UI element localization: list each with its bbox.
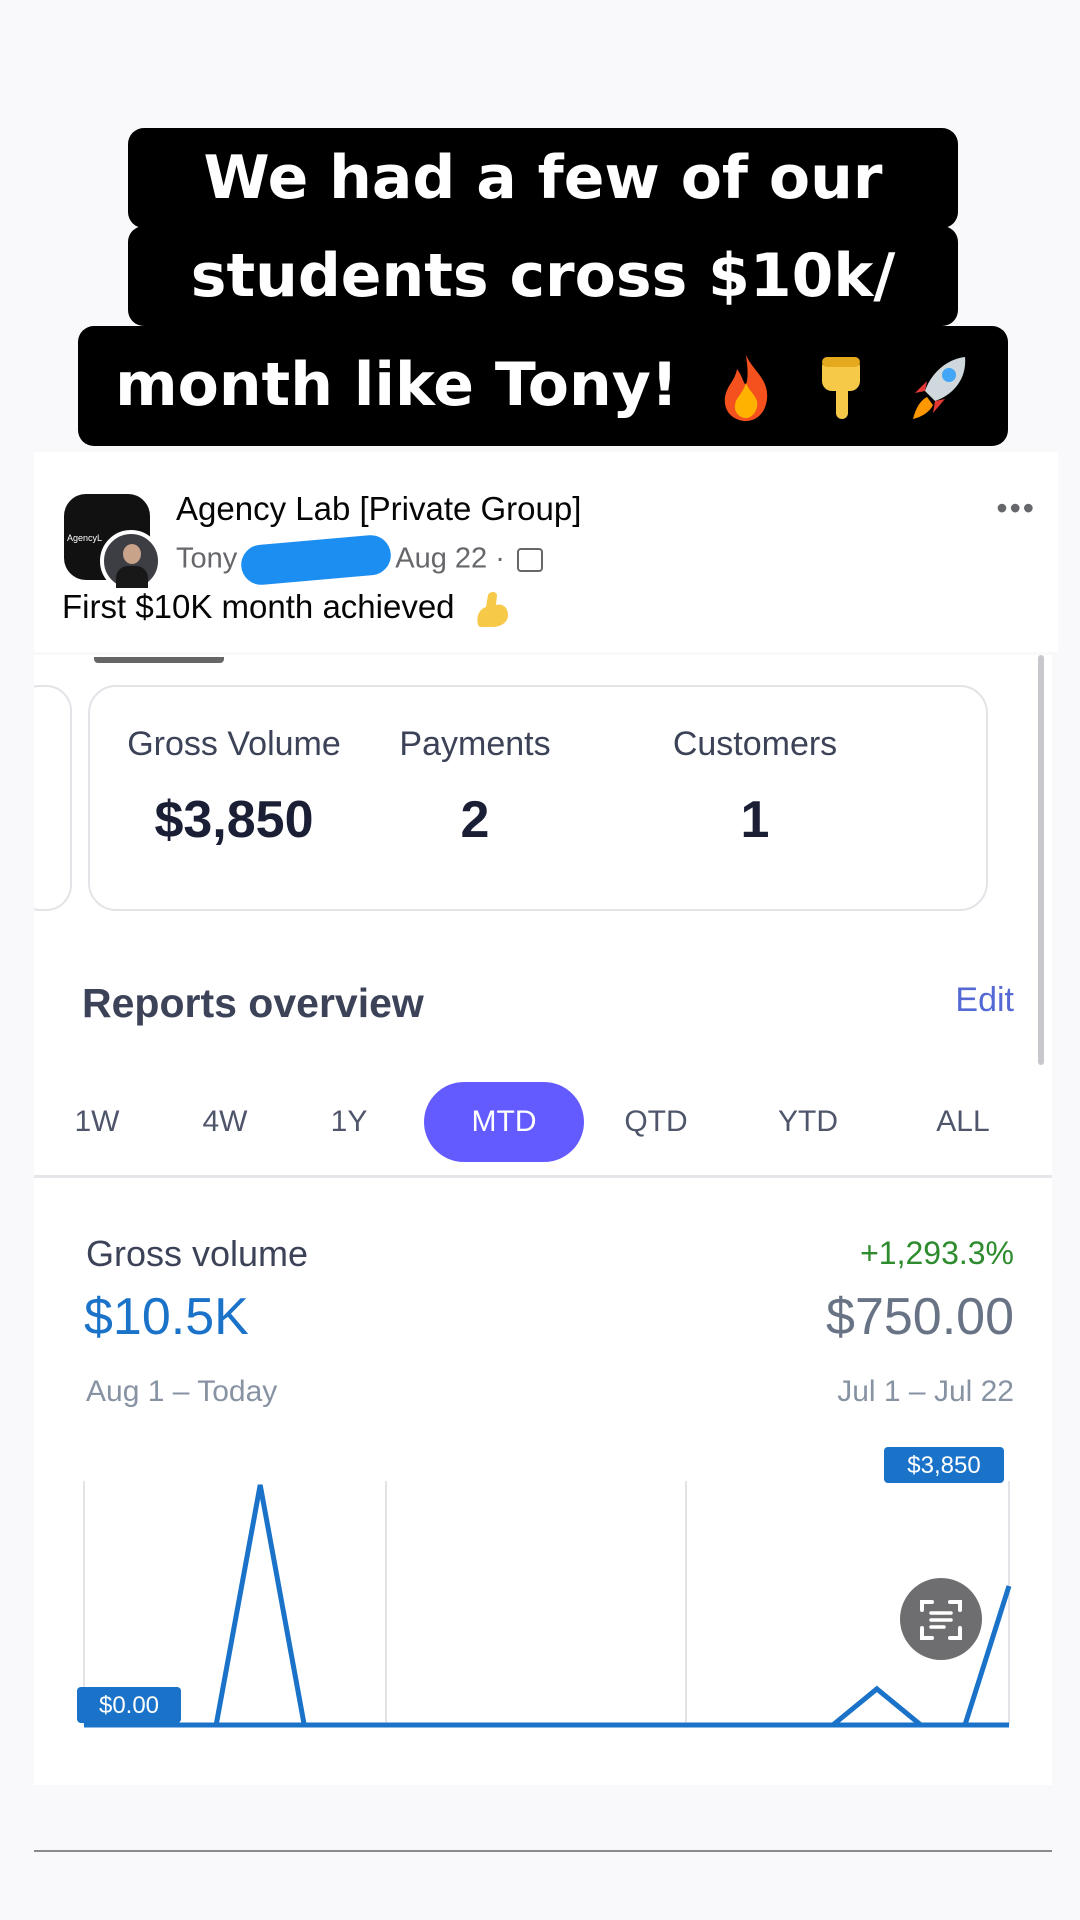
author-name[interactable]: Tony (176, 543, 237, 575)
tab-qtd[interactable]: QTD (616, 1082, 696, 1162)
payments-stat: Payments 2 (370, 725, 580, 850)
flexed-biceps-icon (477, 592, 508, 628)
series-line-2 (84, 1585, 1012, 1728)
post-meta: Tony Aug 22 · (176, 533, 543, 587)
gross-volume-total: $10.5K (84, 1288, 249, 1346)
series-line-1 (84, 1484, 1009, 1728)
post-date[interactable]: Aug 22 (395, 543, 487, 575)
current-date-range: Aug 1 – Today (86, 1375, 278, 1408)
start-value-label-text: $0.00 (99, 1692, 159, 1719)
rocket-icon (912, 357, 966, 420)
tab-mtd[interactable]: MTD (424, 1082, 584, 1162)
gross-volume-value: $3,850 (154, 791, 314, 849)
payments-value: 2 (460, 791, 490, 849)
tab-all[interactable]: ALL (928, 1082, 998, 1162)
end-value-label: $3,850 (884, 1447, 1004, 1483)
backhand-index-pointing-down-icon (822, 357, 860, 420)
scrollbar[interactable] (1038, 655, 1044, 1065)
tab-1y[interactable]: 1Y (324, 1082, 374, 1162)
reports-overview-title: Reports overview (82, 980, 424, 1026)
period-tabs: 1W 4W 1Y MTD QTD YTD ALL (34, 1062, 1052, 1162)
text-scan-button[interactable] (900, 1578, 982, 1660)
text-scan-icon (920, 1600, 962, 1640)
caption-line-3-text: month like Tony! (115, 350, 679, 420)
caption-line-3: month like Tony! (78, 326, 1008, 446)
fire-icon (724, 355, 768, 422)
cropped-heading-fragment (94, 655, 224, 663)
customers-stat: Customers 1 (650, 725, 860, 850)
group-name-link[interactable]: Agency Lab [Private Group] (176, 490, 581, 528)
meta-separator: · (495, 542, 505, 575)
end-value-label-text: $3,850 (907, 1452, 980, 1479)
change-percentage: +1,293.3% (860, 1235, 1014, 1271)
payments-label: Payments (399, 725, 551, 763)
summary-card: Gross Volume $3,850 Payments 2 Customers… (88, 685, 988, 911)
tab-1w[interactable]: 1W (62, 1082, 132, 1162)
caption-line-2: students cross $10k/ (128, 226, 958, 326)
previous-card-stub (34, 685, 72, 911)
group-privacy-icon (516, 548, 543, 572)
more-options-button[interactable]: ••• (996, 490, 1036, 527)
tab-4w[interactable]: 4W (190, 1082, 260, 1162)
tabs-divider (34, 1175, 1052, 1178)
previous-date-range: Jul 1 – Jul 22 (837, 1375, 1014, 1408)
caption-line-1: We had a few of our (128, 128, 958, 228)
gross-volume-chart-label: Gross volume (86, 1233, 309, 1274)
tab-ytd[interactable]: YTD (768, 1082, 848, 1162)
gross-volume-label: Gross Volume (127, 725, 341, 763)
customers-label: Customers (672, 725, 838, 763)
edit-button[interactable]: Edit (955, 981, 1014, 1020)
user-avatar[interactable] (100, 530, 162, 592)
group-avatar-text: AgencyL (67, 533, 103, 543)
post-header: AgencyL Agency Lab [Private Group] Tony A… (34, 452, 1058, 652)
previous-period-value: $750.00 (826, 1288, 1014, 1346)
customers-value: 1 (740, 791, 770, 849)
post-text-content: First $10K month achieved (62, 588, 455, 625)
bottom-divider (34, 1850, 1052, 1852)
post-text: First $10K month achieved (62, 588, 512, 629)
gross-volume-stat: Gross Volume $3,850 (110, 725, 358, 850)
start-value-label: $0.00 (77, 1687, 181, 1723)
redaction-scribble (239, 533, 393, 587)
